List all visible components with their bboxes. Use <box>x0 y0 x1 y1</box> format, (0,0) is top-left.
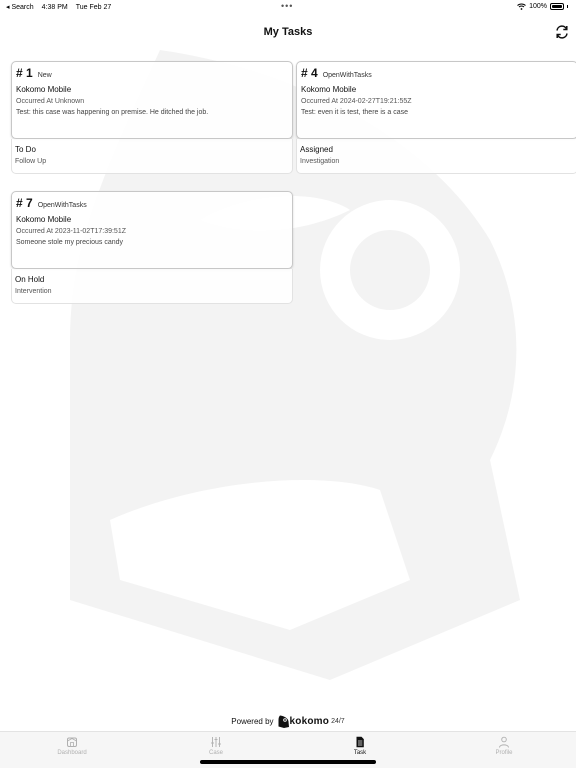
back-app-label: Search <box>11 4 34 11</box>
powered-by-footer: Powered by kokomo 24/7 <box>0 713 576 729</box>
home-indicator[interactable] <box>200 760 376 764</box>
task-number: # 4 <box>301 66 318 80</box>
task-substatus: Follow Up <box>15 158 47 165</box>
task-state: OpenWithTasks <box>37 202 87 209</box>
task-organization: Kokomo Mobile <box>301 85 357 94</box>
task-card-status[interactable]: On Hold Intervention <box>11 269 293 304</box>
person-icon <box>499 736 509 748</box>
parrot-logo-icon <box>278 715 289 728</box>
status-time: 4:38 PM <box>41 3 68 11</box>
sliders-icon <box>211 737 221 747</box>
tab-task[interactable]: Task <box>330 736 390 760</box>
brand-suffix: 24/7 <box>331 717 345 725</box>
task-organization: Kokomo Mobile <box>16 215 72 224</box>
task-number: # 1 <box>16 66 33 80</box>
battery-icon <box>550 3 564 10</box>
tab-profile-label: Profile <box>495 750 513 756</box>
document-icon <box>356 736 364 748</box>
task-status: On Hold <box>15 275 45 284</box>
task-card-status[interactable]: To Do Follow Up <box>11 139 293 174</box>
task-card-4[interactable]: # 4 OpenWithTasks Kokomo Mobile Occurred… <box>296 61 576 174</box>
refresh-icon[interactable] <box>554 24 570 40</box>
tab-dashboard-label: Dashboard <box>57 750 87 756</box>
task-card-summary[interactable]: # 1 New Kokomo Mobile Occurred At Unknow… <box>11 61 293 139</box>
page-title: My Tasks <box>263 26 313 38</box>
battery-percent: 100% <box>529 3 547 10</box>
task-card-summary[interactable]: # 4 OpenWithTasks Kokomo Mobile Occurred… <box>296 61 576 139</box>
task-card-summary[interactable]: # 7 OpenWithTasks Kokomo Mobile Occurred… <box>11 191 293 269</box>
task-card-status[interactable]: Assigned Investigation <box>296 139 576 174</box>
task-occurred-at: Occurred At 2024-02-27T19:21:55Z <box>301 98 412 105</box>
powered-by-label: Powered by <box>231 716 274 726</box>
tab-dashboard[interactable]: Dashboard <box>42 736 102 760</box>
tab-case-label: Case <box>208 750 223 756</box>
task-status: Assigned <box>300 145 333 154</box>
task-occurred-at: Occurred At 2023-11-02T17:39:51Z <box>16 228 126 235</box>
brand-name: kokomo <box>289 715 330 727</box>
tab-profile[interactable]: Profile <box>474 736 534 760</box>
wifi-icon <box>517 3 526 10</box>
tab-task-label: Task <box>353 750 367 756</box>
task-card-1[interactable]: # 1 New Kokomo Mobile Occurred At Unknow… <box>11 61 293 174</box>
brand-logo: kokomo 24/7 <box>278 715 345 728</box>
page-header: My Tasks <box>0 20 576 44</box>
task-substatus: Intervention <box>15 288 52 295</box>
task-description: Someone stole my precious candy <box>16 239 123 246</box>
task-occurred-at: Occurred At Unknown <box>16 98 85 105</box>
task-status: To Do <box>15 145 36 154</box>
task-state: New <box>37 72 52 79</box>
status-bar: ◂ Search 4:38 PM Tue Feb 27 ••• 100% <box>0 0 576 14</box>
task-state: OpenWithTasks <box>322 72 372 79</box>
status-date: Tue Feb 27 <box>75 3 112 11</box>
battery-tip <box>567 5 568 8</box>
task-substatus: Investigation <box>300 158 340 165</box>
task-card-7[interactable]: # 7 OpenWithTasks Kokomo Mobile Occurred… <box>11 191 293 304</box>
back-to-app-link[interactable]: ◂ Search <box>6 3 34 11</box>
home-icon <box>67 737 77 747</box>
tab-case[interactable]: Case <box>186 736 246 760</box>
task-description: Test: even it is test, there is a case <box>301 109 408 116</box>
task-description: Test: this case was happening on premise… <box>16 109 209 116</box>
multitasking-dots[interactable]: ••• <box>281 1 293 11</box>
task-organization: Kokomo Mobile <box>16 85 72 94</box>
task-number: # 7 <box>16 196 33 210</box>
